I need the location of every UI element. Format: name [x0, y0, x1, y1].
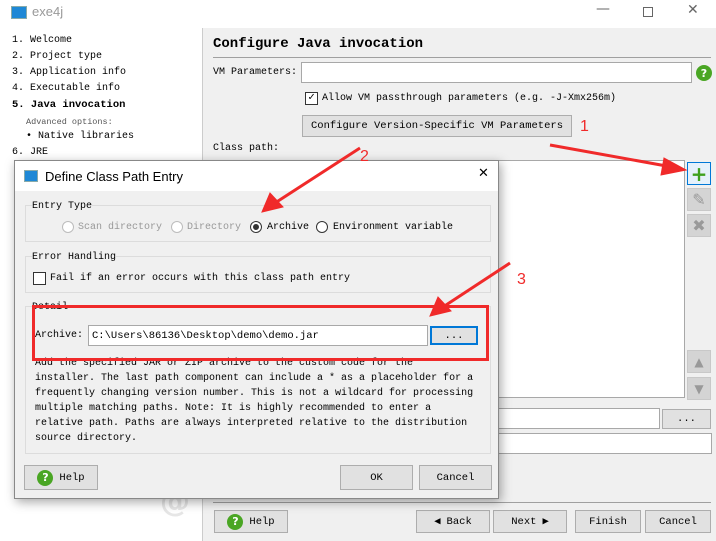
arrow-2-head	[261, 192, 284, 213]
annotation-arrows	[261, 143, 688, 317]
arrow-3	[442, 261, 511, 309]
annotation-2: 2	[360, 148, 369, 165]
annotation-3: 3	[517, 271, 526, 288]
annotation-1: 1	[580, 118, 589, 135]
arrow-3-head	[429, 296, 452, 317]
arrow-1	[549, 143, 673, 169]
arrow-2	[274, 146, 361, 205]
arrow-1-head	[660, 157, 688, 176]
